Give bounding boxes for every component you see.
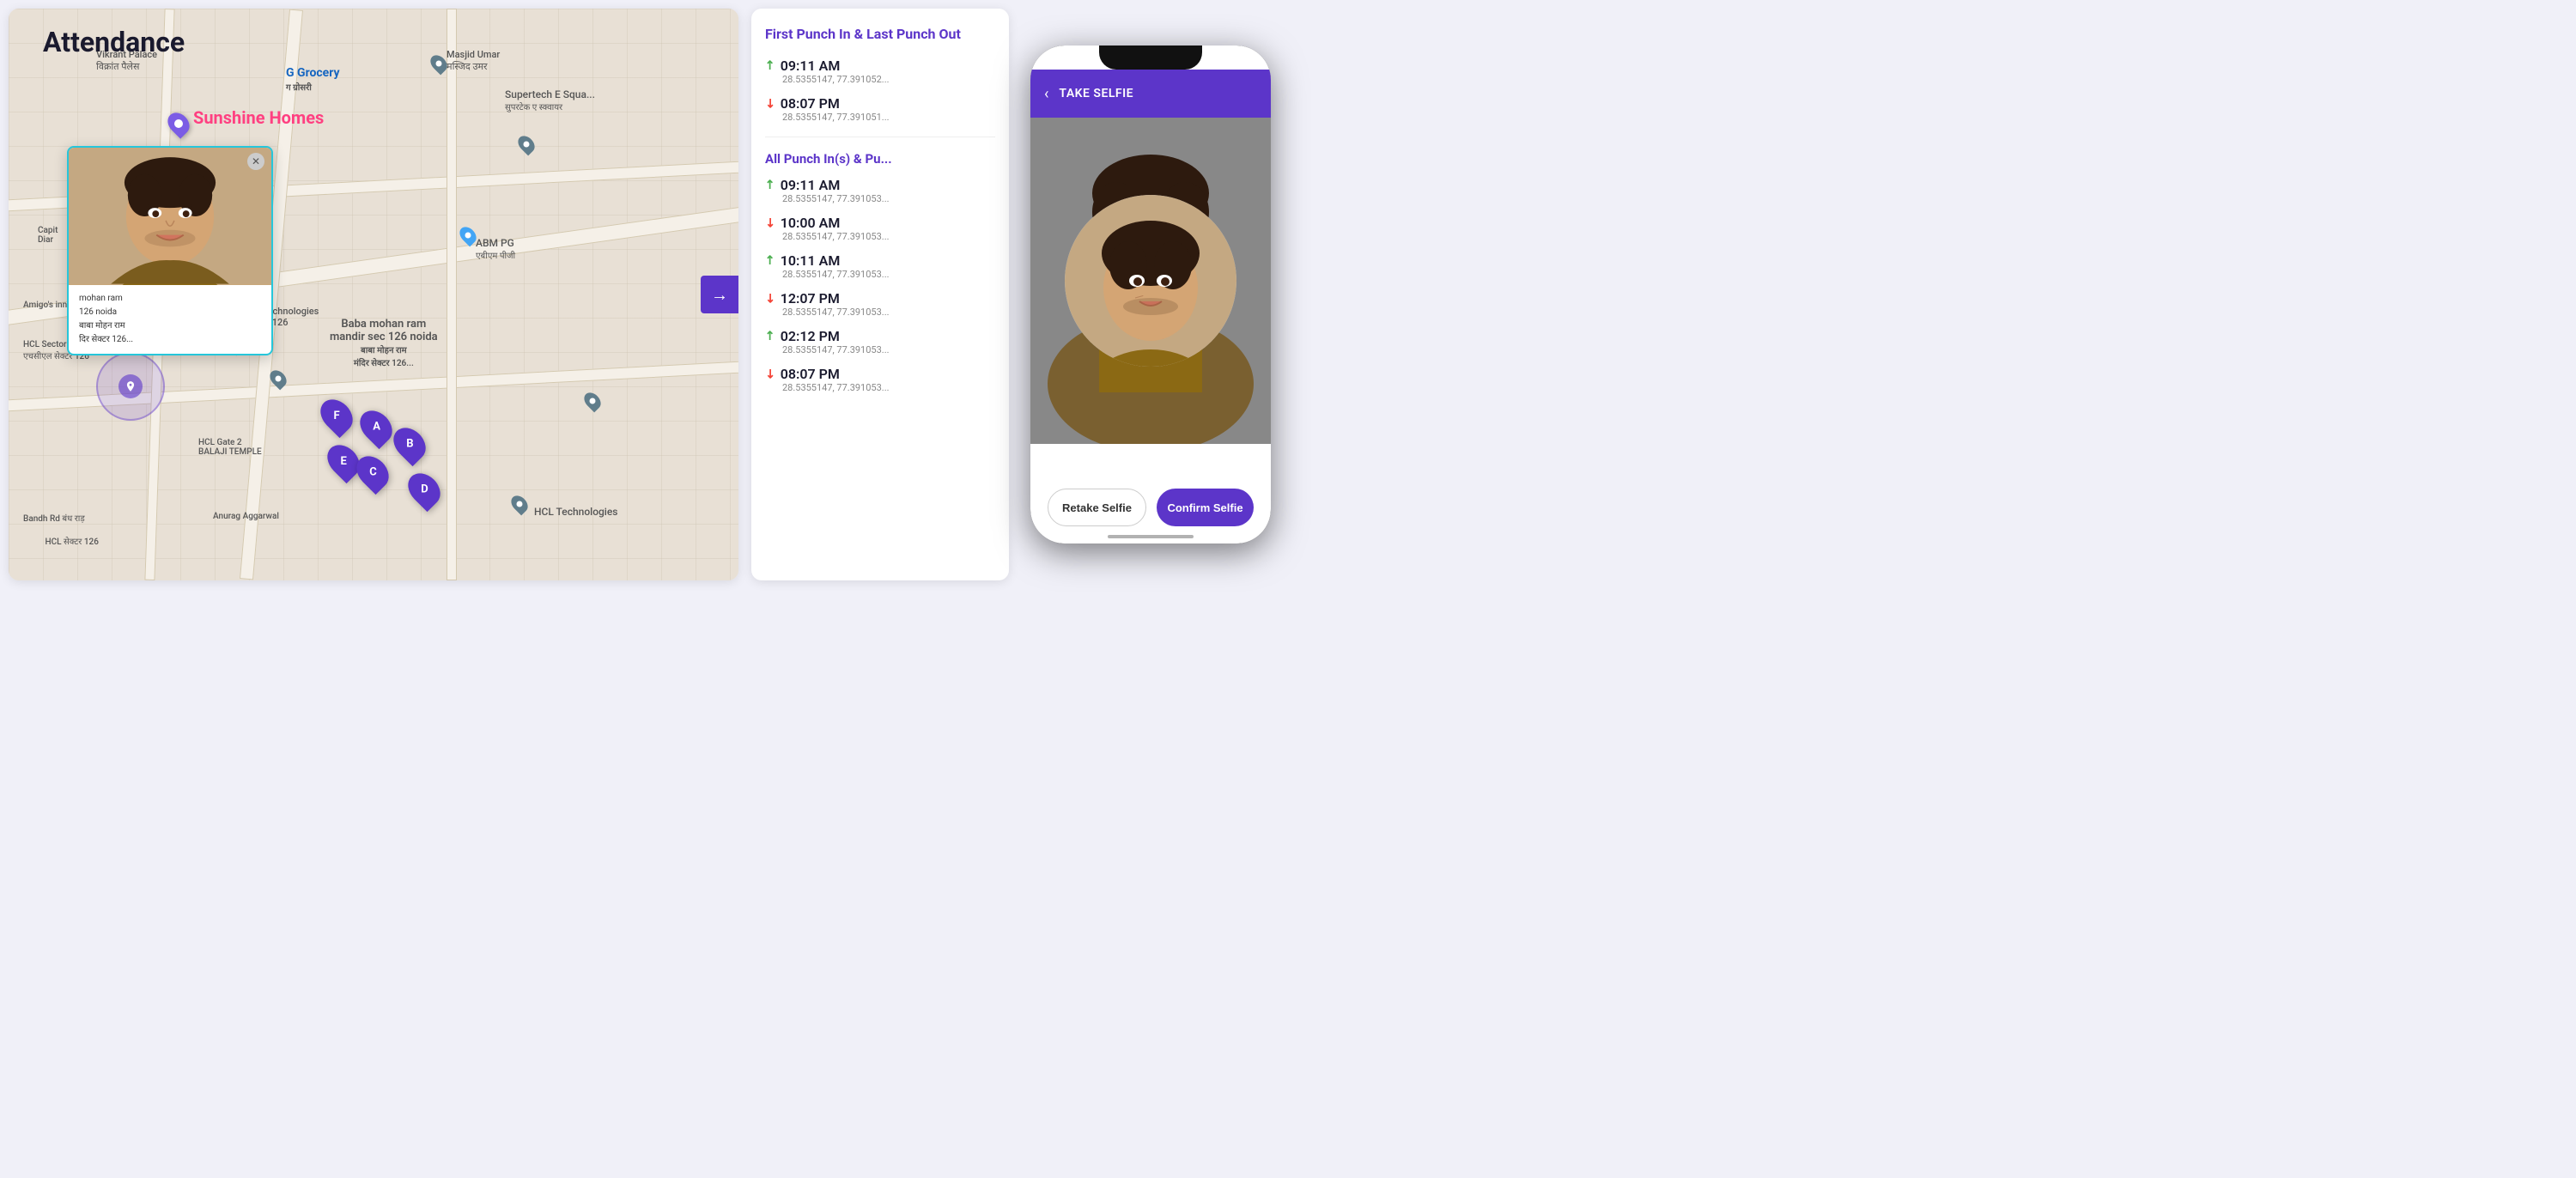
popup-close-button[interactable]: ✕ — [247, 153, 264, 170]
phone-header: ‹ TAKE SELFIE — [1030, 70, 1271, 118]
punch-time-1: ↗ 10:00 AM — [765, 215, 995, 231]
selfie-view — [1030, 118, 1271, 444]
punch-coords-3: 28.5355147, 77.391053... — [782, 307, 995, 318]
phone-header-title: TAKE SELFIE — [1059, 87, 1133, 100]
phone-notch — [1099, 46, 1202, 70]
map-label-hcl-sector3: HCL सेक्टर 126 — [46, 535, 99, 547]
phone-actions: Retake Selfie Confirm Selfie — [1030, 489, 1271, 526]
location-accuracy-circle — [96, 352, 165, 421]
pin-C[interactable]: C — [359, 454, 386, 490]
punch-arrow-0: ↗ — [762, 176, 779, 193]
map-pin-gray2 — [432, 54, 446, 73]
punch-coords-0: 28.5355147, 77.391053... — [782, 193, 995, 204]
battery-icon: ▮▮ — [1249, 55, 1257, 64]
popup-info: mohan ram 126 noida बाबा मोहन राम दिर से… — [69, 285, 271, 354]
punch-time-value-3: 12:07 PM — [781, 290, 840, 307]
pin-E[interactable]: E — [330, 443, 357, 479]
map-label-baba: Baba mohan rammandir sec 126 noidaबाबा म… — [330, 318, 438, 369]
punch-time-value-5: 08:07 PM — [781, 366, 840, 382]
last-out-coords: 28.5355147, 77.391051... — [782, 112, 995, 123]
punch-entries-list: ↗ 09:11 AM 28.5355147, 77.391053... ↗ 10… — [765, 177, 995, 393]
punch-coords-1: 28.5355147, 77.391053... — [782, 231, 995, 242]
map-label-grocery: G Groceryग ग्रोसरी — [286, 66, 340, 94]
wifi-icon: wifi — [1234, 55, 1246, 64]
punch-entry-5: ↗ 08:07 PM 28.5355147, 77.391053... — [765, 366, 995, 393]
punch-coords-5: 28.5355147, 77.391053... — [782, 382, 995, 393]
first-punch-in: ↗ 09:11 AM 28.5355147, 77.391052... — [765, 58, 995, 85]
back-button[interactable]: ‹ — [1044, 85, 1048, 103]
map-label-anurag: Anurag Aggarwal — [213, 512, 279, 521]
map-pin-gray6 — [513, 495, 526, 513]
all-punch-title: All Punch In(s) & Pu... — [765, 151, 995, 167]
punch-arrow-1: ↗ — [762, 214, 779, 231]
attendance-panel: Attendance G Groceryग ग्रोसरी ABM PGएबीए… — [9, 9, 738, 580]
signal-icon: ▲▲▲ — [1208, 55, 1231, 64]
sunshine-homes-label: Sunshine Homes — [193, 107, 324, 128]
punch-coords-2: 28.5355147, 77.391053... — [782, 269, 995, 280]
map-pin-blue1 — [461, 226, 475, 245]
punch-time-value-2: 10:11 AM — [781, 252, 841, 269]
popup-photo — [69, 148, 271, 285]
page-title: Attendance — [43, 26, 185, 58]
sunshine-homes-marker[interactable]: Sunshine Homes — [169, 112, 188, 136]
map-label-hcl-tech: HCL Technologies — [534, 506, 617, 518]
first-last-title: First Punch In & Last Punch Out — [765, 26, 995, 44]
punch-arrow-4: ↗ — [762, 327, 779, 344]
first-in-coords: 28.5355147, 77.391052... — [782, 74, 995, 85]
punch-time-0: ↗ 09:11 AM — [765, 177, 995, 193]
map-label-bandh: Bandh Rd बंध राड़ — [23, 512, 85, 524]
home-bar — [1108, 535, 1194, 538]
phone-frame: 9:41 ▲▲▲ wifi ▮▮ ‹ TAKE SELFIE — [1030, 46, 1271, 543]
map-pin-gray3 — [519, 135, 533, 154]
pin-D[interactable]: D — [410, 471, 438, 507]
retake-selfie-button[interactable]: Retake Selfie — [1048, 489, 1146, 526]
person-popup: ✕ — [67, 146, 273, 355]
pin-A[interactable]: A — [362, 409, 390, 445]
pin-B[interactable]: B — [396, 426, 423, 462]
punch-coords-4: 28.5355147, 77.391053... — [782, 344, 995, 355]
status-icons: ▲▲▲ wifi ▮▮ — [1208, 55, 1257, 64]
phone-time: 9:41 — [1044, 55, 1061, 64]
punch-time-value-1: 10:00 AM — [781, 215, 841, 231]
map-label-hcl-gate: HCL Gate 2BALAJI TEMPLE — [198, 438, 262, 457]
punch-entry-0: ↗ 09:11 AM 28.5355147, 77.391053... — [765, 177, 995, 204]
selfie-circle — [1065, 195, 1236, 367]
punch-entry-2: ↗ 10:11 AM 28.5355147, 77.391053... — [765, 252, 995, 280]
punch-time-value-0: 09:11 AM — [781, 177, 841, 193]
phone-panel: 9:41 ▲▲▲ wifi ▮▮ ‹ TAKE SELFIE — [1013, 0, 1288, 589]
map-container: G Groceryग ग्रोसरी ABM PGएबीएम पीजी Supe… — [9, 9, 738, 580]
punch-time-value-4: 02:12 PM — [781, 328, 840, 344]
punch-panel: First Punch In & Last Punch Out ↗ 09:11 … — [751, 9, 1009, 580]
first-in-time: ↗ 09:11 AM — [765, 58, 995, 74]
punch-out-arrow: ↗ — [762, 94, 779, 112]
punch-entry-1: ↗ 10:00 AM 28.5355147, 77.391053... — [765, 215, 995, 242]
map-label-masjid: Masjid Umarमस्जिद उमर — [447, 49, 500, 73]
map-arrow-button[interactable]: → — [701, 276, 738, 313]
map-label-capit: CapitDiar — [38, 226, 58, 245]
punch-arrow-2: ↗ — [762, 252, 779, 269]
map-label-supertech: Supertech E Squa...सुपरटेक ए स्क्वायर — [505, 88, 595, 112]
punch-arrow-5: ↗ — [762, 365, 779, 382]
map-pin-gray5 — [271, 369, 285, 388]
last-punch-out: ↗ 08:07 PM 28.5355147, 77.391051... — [765, 95, 995, 123]
phone-screen: 9:41 ▲▲▲ wifi ▮▮ ‹ TAKE SELFIE — [1030, 46, 1271, 543]
map-pin-gray7 — [586, 392, 599, 410]
confirm-selfie-button[interactable]: Confirm Selfie — [1157, 489, 1254, 526]
road-v2 — [447, 9, 457, 580]
last-out-time: ↗ 08:07 PM — [765, 95, 995, 112]
punch-time-4: ↗ 02:12 PM — [765, 328, 995, 344]
punch-time-2: ↗ 10:11 AM — [765, 252, 995, 269]
punch-time-3: ↗ 12:07 PM — [765, 290, 995, 307]
punch-time-5: ↗ 08:07 PM — [765, 366, 995, 382]
punch-arrow-3: ↗ — [762, 289, 779, 307]
pin-F[interactable]: F — [323, 398, 350, 434]
punch-entry-4: ↗ 02:12 PM 28.5355147, 77.391053... — [765, 328, 995, 355]
location-dot — [118, 374, 143, 398]
punch-entry-3: ↗ 12:07 PM 28.5355147, 77.391053... — [765, 290, 995, 318]
punch-in-arrow: ↗ — [762, 57, 779, 74]
map-label-abm: ABM PGएबीएम पीजी — [476, 237, 515, 261]
